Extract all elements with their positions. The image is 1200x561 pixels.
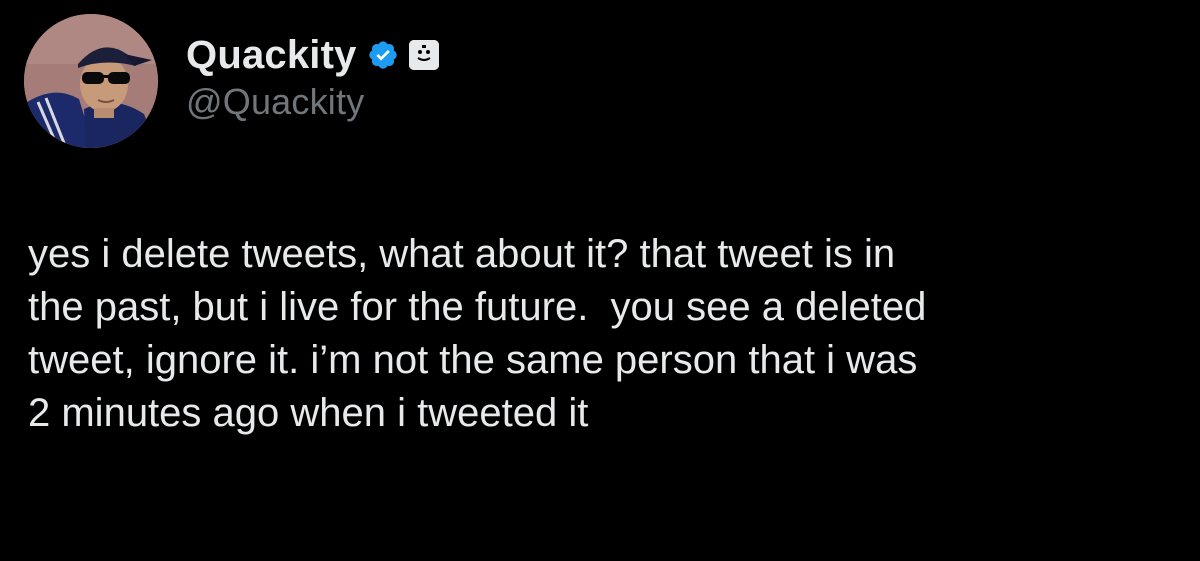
- tweet-text: yes i delete tweets, what about it? that…: [28, 232, 927, 435]
- display-name[interactable]: Quackity: [186, 35, 357, 75]
- verified-badge-icon[interactable]: [367, 39, 399, 71]
- tweet-card: Quackity @Quackity yes i delete tweets, …: [0, 0, 1200, 561]
- author-handle[interactable]: @Quackity: [186, 84, 364, 120]
- affiliate-badge-icon[interactable]: [408, 40, 439, 70]
- avatar-image: [24, 14, 158, 148]
- avatar[interactable]: [24, 14, 158, 148]
- author-name-row: Quackity: [186, 30, 439, 80]
